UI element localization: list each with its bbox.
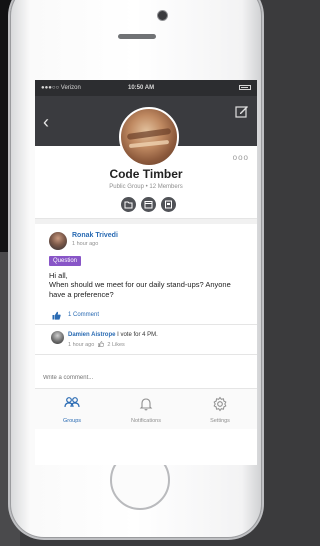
- reply-text: I vote for 4 PM.: [117, 332, 158, 338]
- reply-avatar[interactable]: [51, 331, 64, 344]
- bottom-tab-bar: Groups Notifications Settings: [35, 389, 257, 429]
- comment-count-link[interactable]: 1 Comment: [68, 312, 99, 318]
- group-meta: Public Group • 12 Members: [109, 184, 183, 190]
- group-avatar: [119, 107, 179, 167]
- post-greeting: Hi all,: [49, 271, 68, 280]
- post-tag-badge: Question: [49, 256, 82, 266]
- tab-notifications[interactable]: Notifications: [109, 389, 183, 429]
- tab-settings-label: Settings: [210, 418, 230, 424]
- front-camera: [157, 10, 168, 21]
- more-options-icon[interactable]: ooo: [233, 153, 249, 162]
- section-gap: [35, 219, 257, 224]
- thumbs-up-icon[interactable]: [97, 341, 104, 347]
- comment-input[interactable]: [39, 370, 257, 386]
- post-timestamp: 1 hour ago: [72, 241, 99, 247]
- gear-icon: [213, 396, 227, 412]
- status-bar: ●●●○○ Verizon 10:50 AM: [35, 80, 257, 96]
- groups-icon: [64, 397, 80, 408]
- app-screen: ●●●○○ Verizon 10:50 AM ‹ ooo Code Timber…: [35, 80, 257, 465]
- back-icon[interactable]: ‹: [43, 113, 55, 131]
- files-button[interactable]: [121, 197, 136, 212]
- tab-groups-label: Groups: [62, 418, 82, 424]
- thumbs-up-icon[interactable]: [52, 311, 61, 320]
- battery-icon: [239, 85, 251, 90]
- folder-icon: [124, 201, 133, 209]
- reply-author[interactable]: Damien Aistrope: [68, 332, 115, 338]
- calendar-icon: [144, 201, 153, 209]
- reply-content: Damien Aistrope I vote for 4 PM.: [68, 332, 158, 338]
- post-author[interactable]: Ronak Trivedi: [72, 232, 118, 239]
- notebook-button[interactable]: [161, 197, 176, 212]
- post-body: When should we meet for our daily stand-…: [49, 280, 231, 299]
- earpiece-speaker: [118, 34, 156, 39]
- tab-notifications-label: Notifications: [131, 418, 161, 424]
- notebook-icon: [165, 200, 172, 209]
- tab-settings[interactable]: Settings: [183, 389, 257, 429]
- clock: 10:50 AM: [128, 85, 155, 91]
- tab-groups[interactable]: Groups: [35, 389, 109, 429]
- compose-icon[interactable]: [235, 104, 249, 118]
- calendar-button[interactable]: [141, 197, 156, 212]
- carrier-label: ●●●○○ Verizon: [41, 85, 81, 91]
- bell-icon: [139, 398, 153, 411]
- divider: [35, 324, 257, 325]
- group-actions: [113, 197, 183, 213]
- reply-like-count[interactable]: 2 Likes: [107, 342, 124, 348]
- divider: [35, 354, 257, 355]
- reply-meta: 1 hour ago 2 Likes: [68, 341, 125, 348]
- group-name: Code Timber: [109, 167, 183, 181]
- reply-timestamp: 1 hour ago: [68, 342, 95, 348]
- author-avatar[interactable]: [49, 232, 67, 250]
